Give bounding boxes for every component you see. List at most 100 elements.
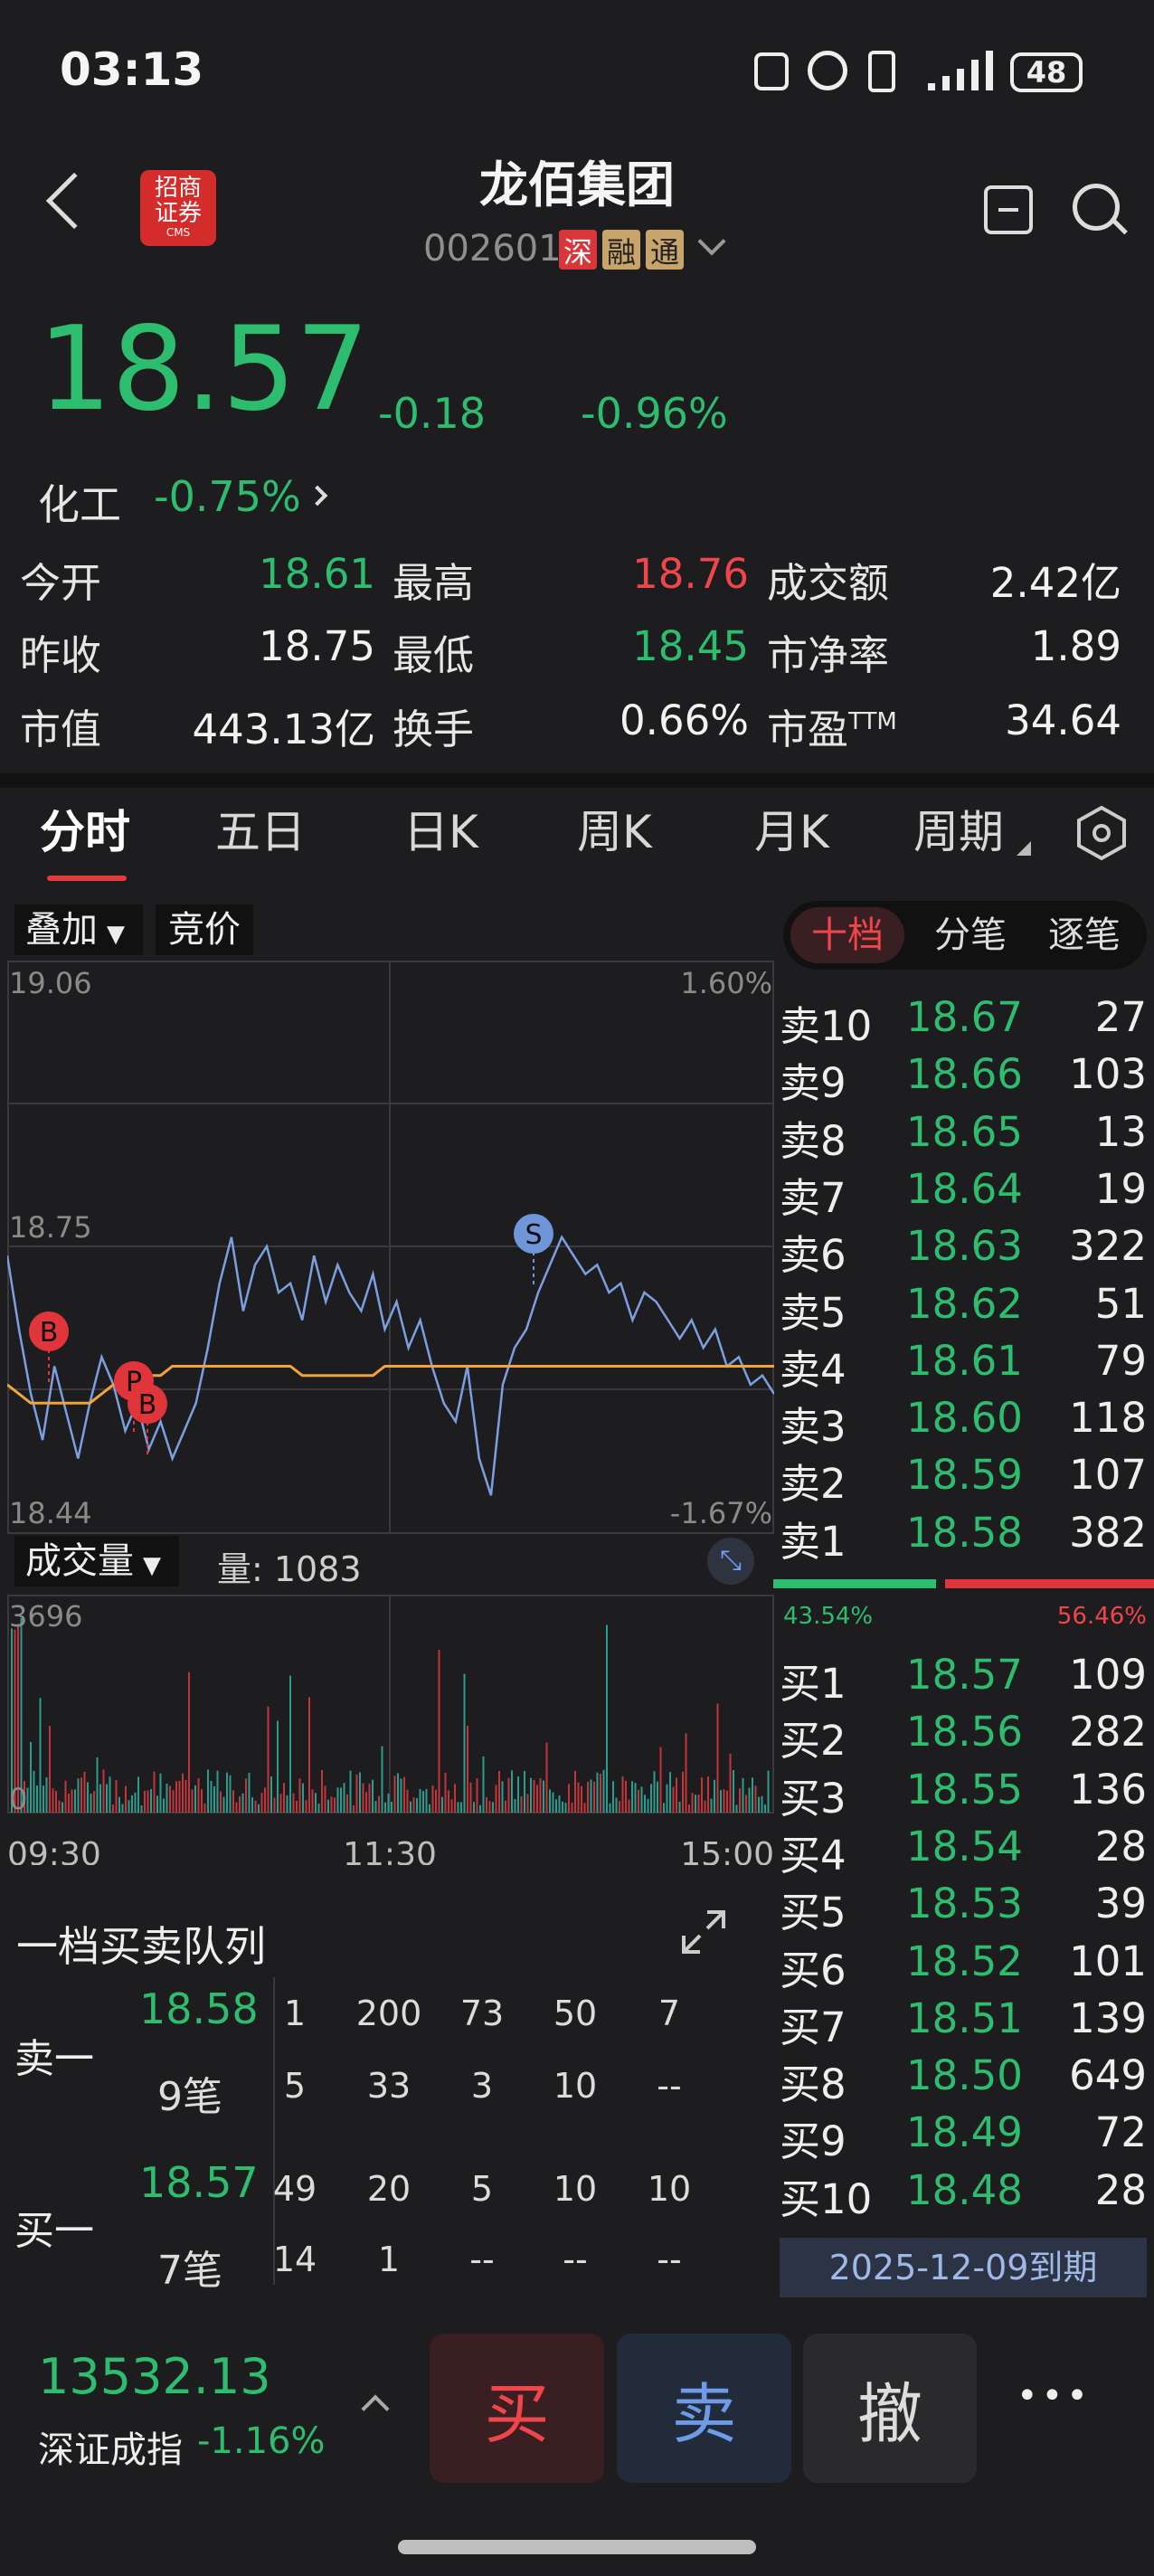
bid-level-price: 18.50 <box>906 2051 1023 2100</box>
bid-level-label: 买9 <box>780 2117 847 2166</box>
volume-bar <box>412 1797 415 1813</box>
overlay-dropdown[interactable]: 叠加 ▼ <box>14 904 143 955</box>
ask-level-label: 卖5 <box>780 1288 847 1337</box>
ask-level-label: 卖10 <box>780 1002 873 1050</box>
expand-icon[interactable] <box>680 1908 727 1956</box>
volume-bar <box>564 1803 567 1813</box>
volume-dropdown[interactable]: 成交量 ▼ <box>14 1536 179 1586</box>
bid-level-row[interactable]: 买3 18.55 136 <box>780 1766 1150 1823</box>
price-change-pct: -0.96% <box>581 389 728 438</box>
stat-label-amount: 成交额 <box>767 559 890 607</box>
more-icon[interactable]: ••• <box>1017 2375 1092 2417</box>
queue-sell-label: 卖一 <box>14 2036 94 2082</box>
volume-bar <box>115 1780 118 1813</box>
volume-bar <box>397 1773 399 1813</box>
minimize-icon[interactable] <box>984 185 1033 234</box>
volume-bar <box>460 1802 462 1813</box>
volume-bar <box>562 1801 563 1813</box>
index-pct[interactable]: -1.16% <box>197 2420 326 2462</box>
tab-trade-by-trade[interactable]: 逐笔 <box>1027 907 1141 963</box>
bid-level-row[interactable]: 买9 18.49 72 <box>780 2108 1150 2165</box>
sector-name[interactable]: 化工 <box>38 472 121 532</box>
volume-bar <box>387 1793 390 1813</box>
volume-bar <box>739 1788 741 1813</box>
chevron-right-icon[interactable] <box>307 485 328 507</box>
volume-bar <box>267 1706 270 1813</box>
ask-level-row[interactable]: 卖1 18.58 382 <box>780 1509 1150 1566</box>
expiry-notice[interactable]: 2025-12-09到期 <box>780 2238 1147 2297</box>
bid-level-label: 买2 <box>780 1717 847 1766</box>
volume-bar <box>628 1799 630 1813</box>
ask-level-row[interactable]: 卖2 18.59 107 <box>780 1451 1150 1508</box>
tab-ticks[interactable]: 分笔 <box>913 907 1027 963</box>
expand-chart-icon[interactable]: ⤡ <box>707 1538 754 1585</box>
index-value[interactable]: 13532.13 <box>38 2348 271 2405</box>
stat-label-prev: 昨收 <box>20 631 102 679</box>
bid-level-row[interactable]: 买10 18.48 28 <box>780 2166 1150 2223</box>
tab-weekly-k[interactable]: 周K <box>577 796 652 861</box>
volume-bar <box>495 1785 497 1813</box>
volume-bar <box>216 1770 219 1813</box>
bid-level-row[interactable]: 买6 18.52 101 <box>780 1937 1150 1994</box>
volume-bar <box>258 1804 260 1813</box>
chevron-down-icon[interactable] <box>697 227 726 256</box>
bid-level-row[interactable]: 买7 18.51 139 <box>780 1994 1150 2051</box>
bid-level-row[interactable]: 买5 18.53 39 <box>780 1880 1150 1937</box>
tab-5day[interactable]: 五日 <box>215 796 306 861</box>
signal-icon <box>928 51 993 90</box>
ask-level-volume: 79 <box>1094 1336 1147 1385</box>
tab-period[interactable]: 周期 <box>913 796 1004 861</box>
volume-bar <box>653 1771 656 1813</box>
ask-level-label: 卖4 <box>780 1345 847 1394</box>
volume-bar <box>43 1785 44 1813</box>
volume-bar <box>714 1779 715 1813</box>
volume-bar <box>479 1804 481 1813</box>
ask-level-row[interactable]: 卖8 18.65 13 <box>780 1108 1150 1165</box>
pct-tick-bottom: -1.67% <box>670 1496 772 1530</box>
tab-monthly-k[interactable]: 月K <box>754 796 829 861</box>
volume-bar <box>207 1769 209 1813</box>
sell-button[interactable]: 卖 <box>617 2334 791 2483</box>
volume-bar <box>526 1794 529 1813</box>
ask-level-row[interactable]: 卖9 18.66 103 <box>780 1050 1150 1107</box>
ask-level-volume: 103 <box>1069 1050 1147 1099</box>
ask-level-row[interactable]: 卖7 18.64 19 <box>780 1165 1150 1222</box>
ask-level-row[interactable]: 卖4 18.61 79 <box>780 1337 1150 1394</box>
volume-bar <box>501 1781 504 1813</box>
stat-label-high: 最高 <box>393 559 475 607</box>
ask-level-row[interactable]: 卖3 18.60 118 <box>780 1394 1150 1451</box>
tab-ten-levels[interactable]: 十档 <box>790 907 904 963</box>
cancel-button[interactable]: 撤 <box>803 2334 977 2483</box>
queue-cell: 5 <box>470 2169 494 2209</box>
bid-level-row[interactable]: 买8 18.50 649 <box>780 2051 1150 2108</box>
bid-level-row[interactable]: 买4 18.54 28 <box>780 1823 1150 1880</box>
volume-bar <box>441 1796 443 1813</box>
ask-level-row[interactable]: 卖5 18.62 51 <box>780 1280 1150 1337</box>
bid-level-row[interactable]: 买2 18.56 282 <box>780 1708 1150 1765</box>
buy-button[interactable]: 买 <box>430 2334 604 2483</box>
volume-bar <box>80 1777 82 1813</box>
volume-bar <box>602 1769 605 1813</box>
volume-bar <box>39 1698 42 1813</box>
volume-bar <box>61 1802 63 1813</box>
volume-bar <box>638 1789 639 1813</box>
auction-button[interactable]: 竞价 <box>156 904 253 955</box>
bid-level-price: 18.54 <box>906 1822 1023 1870</box>
intraday-chart[interactable]: BPBS 19.06 18.75 18.44 1.60% -1.67% 3696… <box>7 961 774 1865</box>
bid-level-row[interactable]: 买1 18.57 109 <box>780 1651 1150 1708</box>
ask-level-price: 18.67 <box>906 993 1023 1041</box>
index-name[interactable]: 深证成指 <box>38 2420 183 2473</box>
settings-hex-icon[interactable] <box>1076 805 1127 861</box>
tab-intraday[interactable]: 分时 <box>40 796 130 861</box>
volume-bar <box>587 1781 589 1813</box>
home-indicator[interactable] <box>398 2540 756 2554</box>
bid-level-label: 买3 <box>780 1774 847 1823</box>
volume-bar <box>362 1783 364 1813</box>
overlay-caret-icon: ▼ <box>107 921 125 948</box>
volume-bar <box>517 1776 519 1813</box>
tab-daily-k[interactable]: 日K <box>403 796 478 861</box>
ask-level-row[interactable]: 卖6 18.63 322 <box>780 1222 1150 1279</box>
ask-level-row[interactable]: 卖10 18.67 27 <box>780 993 1150 1050</box>
sector-pct[interactable]: -0.75% <box>154 472 301 521</box>
volume-bar <box>55 1790 57 1813</box>
